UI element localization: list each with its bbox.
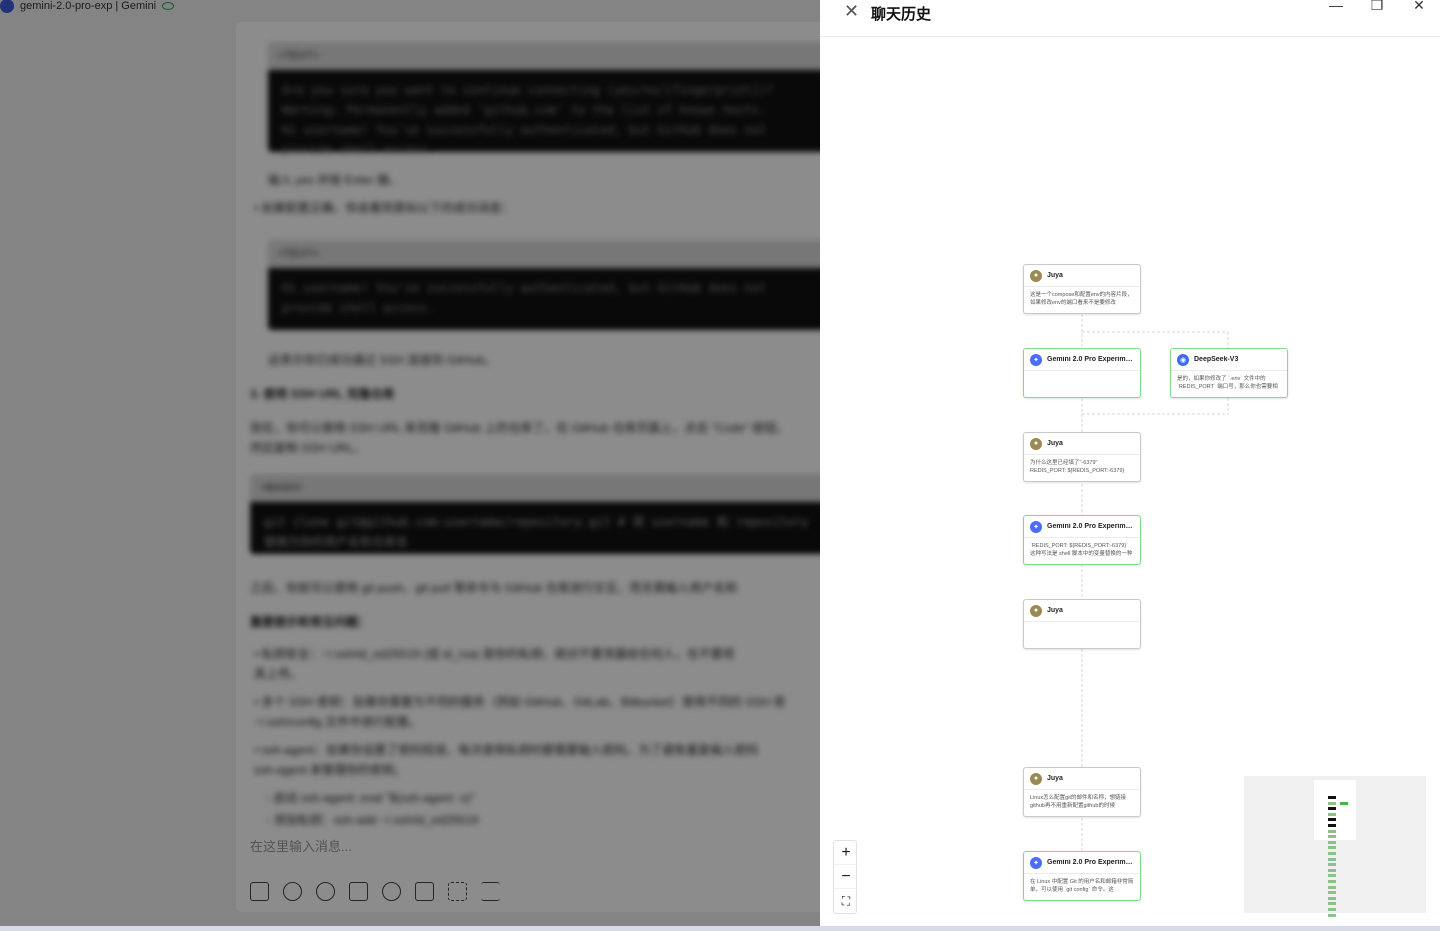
minimap-node <box>1328 818 1336 822</box>
node-preview: 在 Linux 中配置 Git 的用户名和邮箱非常简单，可以使用 `git co… <box>1030 879 1134 893</box>
user-avatar-icon: ● <box>1030 269 1042 282</box>
minimap-node <box>1328 896 1336 900</box>
node-author: Gemini 2.0 Pro Experimen... <box>1047 356 1134 363</box>
node-header: ✦ Gemini 2.0 Pro Experimen... <box>1024 516 1140 538</box>
node-header: ◉ DeepSeek-V3 <box>1171 349 1287 371</box>
node-preview <box>1024 371 1140 393</box>
node-header: ● Juya <box>1024 433 1140 455</box>
node-header: ● Juya <box>1024 768 1140 790</box>
user-avatar-icon: ● <box>1030 437 1042 450</box>
minimap[interactable] <box>1244 776 1426 917</box>
node-author: Gemini 2.0 Pro Experimen... <box>1047 523 1134 530</box>
minimap-node <box>1328 801 1336 805</box>
history-node-gemini[interactable]: ✦ Gemini 2.0 Pro Experimen... <box>1023 348 1141 398</box>
zoom-out-button[interactable]: − <box>834 865 858 889</box>
node-preview: 这是一个compose和配置env的内容片段，如果修改env的端口看来不是要修改 <box>1030 292 1133 306</box>
history-node-user[interactable]: ● Juya 为什么这里已经填了"-6379" REDIS_PORT: ${RE… <box>1023 432 1141 482</box>
history-node-user[interactable]: ● Juya Linux怎么配置git的邮件和名称，想链接github再不用重新… <box>1023 767 1141 817</box>
node-preview <box>1024 622 1140 644</box>
taskbar-strip <box>0 926 1440 931</box>
node-author: Juya <box>1047 607 1063 614</box>
minimap-node <box>1328 846 1336 850</box>
minimap-node <box>1328 913 1336 917</box>
node-preview: 是的，如果你修改了 `.env` 文件中的 `REDIS_PORT` 端口号，那… <box>1177 376 1278 390</box>
minimap-node <box>1328 840 1336 844</box>
deepseek-avatar-icon: ◉ <box>1177 353 1189 366</box>
user-avatar-icon: ● <box>1030 772 1042 785</box>
node-header: ● Juya <box>1024 600 1140 622</box>
node-author: Gemini 2.0 Pro Experimen... <box>1047 859 1134 866</box>
zoom-controls: + − ⛶ <box>833 840 858 914</box>
node-author: Juya <box>1047 272 1063 279</box>
minimap-node <box>1328 835 1336 839</box>
node-preview: `REDIS_PORT: ${REDIS_PORT:-6379}` 这种写法是 … <box>1030 543 1133 557</box>
minimap-node <box>1328 796 1336 799</box>
minimap-node <box>1328 812 1336 816</box>
node-header: ● Juya <box>1024 265 1140 287</box>
fit-view-button[interactable]: ⛶ <box>834 889 858 913</box>
minimap-node <box>1328 908 1336 911</box>
history-node-deepseek[interactable]: ◉ DeepSeek-V3 是的，如果你修改了 `.env` 文件中的 `RED… <box>1170 348 1288 398</box>
minimap-node <box>1328 829 1336 833</box>
user-avatar-icon: ● <box>1030 604 1042 617</box>
background-chat-window: gemini-2.0-pro-exp | Gemini <TEXT> Are y… <box>0 0 820 931</box>
minimap-node <box>1328 857 1336 861</box>
zoom-in-button[interactable]: + <box>834 841 858 865</box>
history-node-user[interactable]: ● Juya <box>1023 599 1141 649</box>
gemini-avatar-icon: ✦ <box>1030 856 1042 869</box>
minimap-node <box>1328 868 1336 872</box>
minimap-node <box>1328 885 1336 889</box>
chat-history-panel: ✕ 聊天历史 — ❐ ✕ ● Juya 这是一个compose和配置env的内容… <box>820 0 1440 926</box>
minimap-node <box>1328 824 1336 827</box>
gemini-avatar-icon: ✦ <box>1030 520 1042 533</box>
history-node-gemini[interactable]: ✦ Gemini 2.0 Pro Experimen... 在 Linux 中配… <box>1023 851 1141 901</box>
minimap-node <box>1328 874 1336 878</box>
node-preview: 为什么这里已经填了"-6379" REDIS_PORT: ${REDIS_POR… <box>1030 460 1125 474</box>
minimap-node <box>1328 891 1336 895</box>
node-header: ✦ Gemini 2.0 Pro Experimen... <box>1024 852 1140 874</box>
history-node-user[interactable]: ● Juya 这是一个compose和配置env的内容片段，如果修改env的端口… <box>1023 264 1141 314</box>
history-node-gemini[interactable]: ✦ Gemini 2.0 Pro Experimen... `REDIS_POR… <box>1023 515 1141 565</box>
node-author: Juya <box>1047 440 1063 447</box>
minimap-node <box>1328 863 1336 867</box>
modal-overlay[interactable] <box>0 0 820 931</box>
minimap-node <box>1328 902 1336 906</box>
minimap-node <box>1328 880 1336 883</box>
minimap-node <box>1328 807 1336 811</box>
node-author: DeepSeek-V3 <box>1194 356 1239 363</box>
minimap-node <box>1328 852 1336 855</box>
gemini-avatar-icon: ✦ <box>1030 353 1042 366</box>
minimap-branch-node <box>1340 801 1348 805</box>
node-header: ✦ Gemini 2.0 Pro Experimen... <box>1024 349 1140 371</box>
node-author: Juya <box>1047 775 1063 782</box>
node-preview: Linux怎么配置git的邮件和名称，想链接github再不用重新配置githu… <box>1030 795 1126 809</box>
